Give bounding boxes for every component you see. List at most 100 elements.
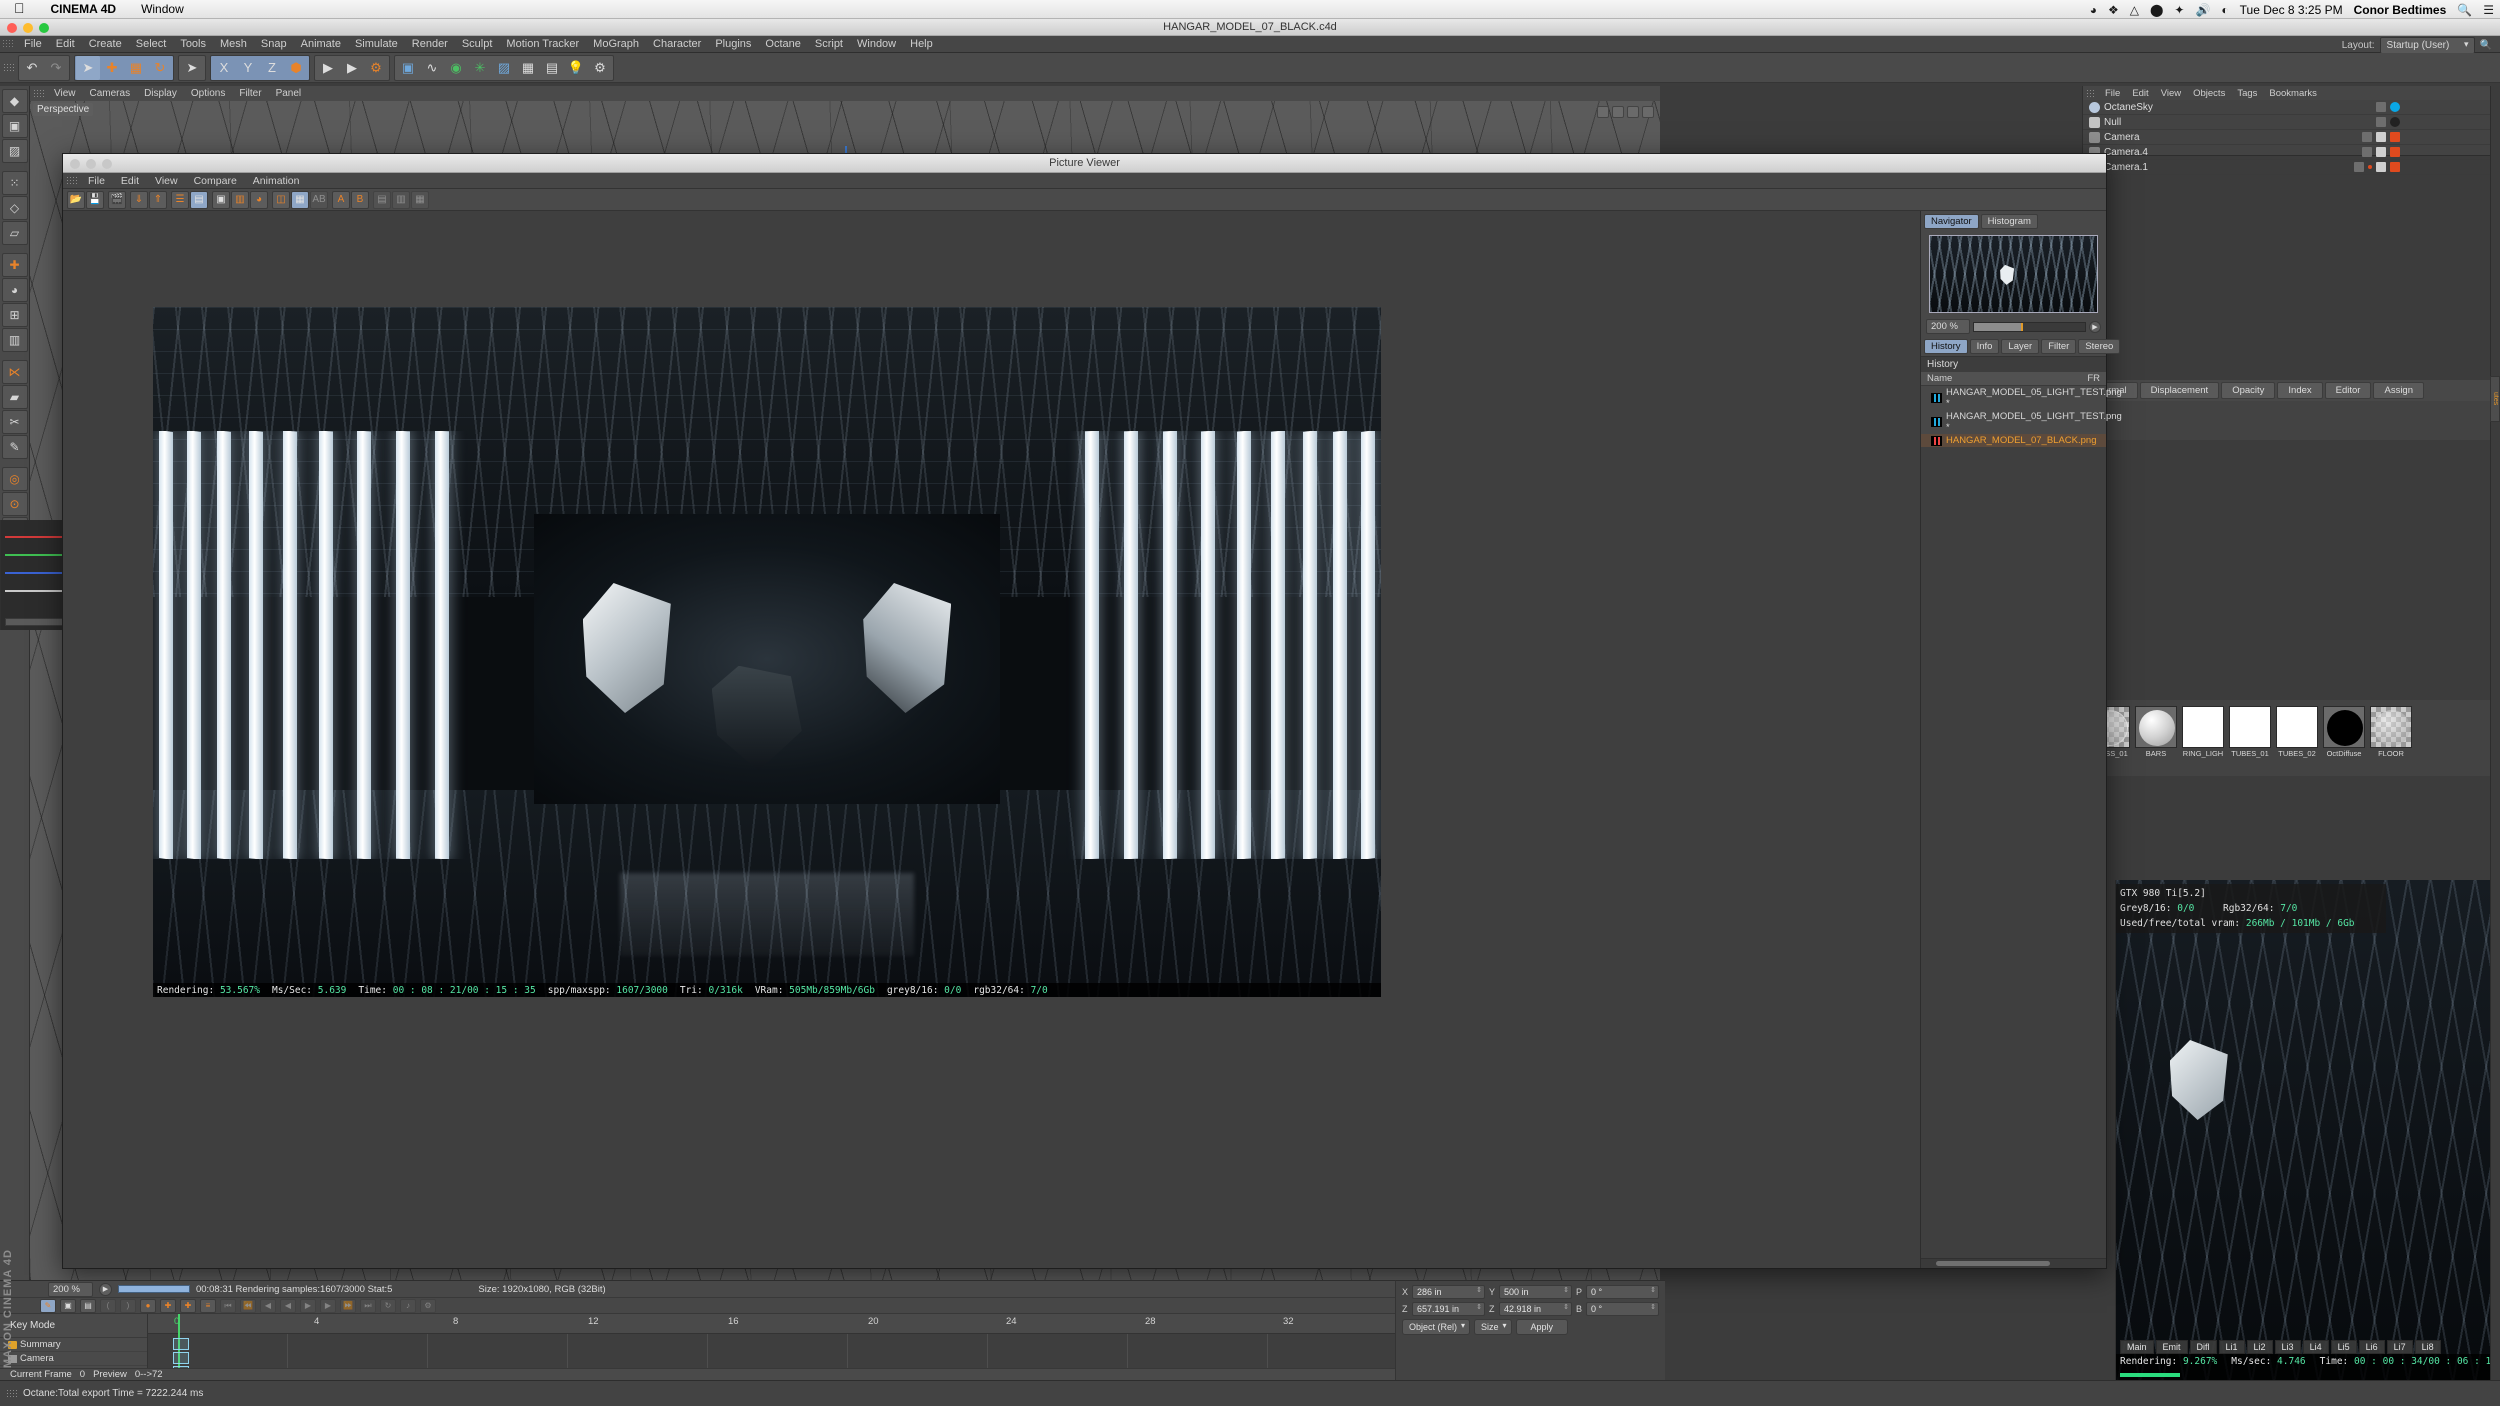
viewport-menu-view[interactable]: View	[47, 88, 83, 99]
load-into-viewer-button[interactable]: ⇑	[149, 190, 167, 209]
pv-close-button[interactable]	[70, 158, 80, 169]
picture-viewer-window[interactable]: Picture Viewer File Edit View Compare An…	[62, 153, 2122, 1269]
rotate-button[interactable]: ↻	[148, 56, 172, 80]
lock-workplane-button[interactable]: ⊞	[1, 303, 28, 327]
om-menu-tags[interactable]: Tags	[2231, 88, 2263, 99]
tab-info[interactable]: Info	[1969, 339, 2000, 354]
menu-simulate[interactable]: Simulate	[348, 38, 405, 50]
pv-menu-view[interactable]: View	[147, 175, 186, 187]
menu-plugins[interactable]: Plugins	[708, 38, 758, 50]
floor-button[interactable]: ▦	[516, 56, 540, 80]
octane-object-tag-icon[interactable]	[2390, 117, 2400, 127]
pv-menu-compare[interactable]: Compare	[186, 175, 245, 187]
render-settings-button[interactable]: ⚙	[364, 56, 388, 80]
object-row-null[interactable]: Null	[2083, 115, 2500, 130]
position-key-button[interactable]: ✚	[160, 1298, 176, 1313]
material-preview-thumbnail[interactable]	[2135, 706, 2177, 748]
material-preview-thumbnail[interactable]	[2276, 706, 2318, 748]
pv-menu-file[interactable]: File	[80, 175, 113, 187]
octane-settings-button[interactable]: ⊙	[1, 492, 28, 516]
goto-prev-frame-button[interactable]: ◀	[260, 1298, 276, 1313]
environment-button[interactable]: ▨	[492, 56, 516, 80]
y-axis-button[interactable]: Y	[236, 56, 260, 80]
material-preview-thumbnail[interactable]	[2182, 706, 2224, 748]
apple-icon[interactable]: 	[0, 0, 37, 18]
viewport-rotate-icon[interactable]	[1627, 106, 1639, 118]
material-item[interactable]: TUBES_01	[2229, 706, 2271, 758]
play-back-button[interactable]: ◀	[280, 1298, 296, 1313]
pass-tab-li3[interactable]: Li3	[2274, 1340, 2301, 1354]
material-item[interactable]: BARS	[2135, 706, 2177, 758]
cube-button[interactable]: ▣	[396, 56, 420, 80]
preview-range-value[interactable]: 0-->72	[135, 1369, 163, 1380]
visibility-tag-icon[interactable]	[2362, 132, 2372, 142]
coord-field-x[interactable]: X 286 in	[1402, 1285, 1485, 1299]
play-forward-button[interactable]: ▶	[300, 1298, 316, 1313]
viewport-pan-icon[interactable]	[1597, 106, 1609, 118]
goto-prev-key-button[interactable]: ⏪	[240, 1298, 256, 1313]
coord-input-z2[interactable]: 42.918 in	[1499, 1302, 1572, 1316]
world-coordinates-button[interactable]: ⬢	[284, 56, 308, 80]
model-mode-button[interactable]: ▣	[1, 114, 28, 138]
om-menu-file[interactable]: File	[2099, 88, 2126, 99]
protection-tag-icon[interactable]	[2376, 162, 2386, 172]
scale-key-button[interactable]: ≡	[200, 1298, 216, 1313]
coord-field-p[interactable]: P 0 °	[1576, 1285, 1659, 1299]
menu-tools[interactable]: Tools	[173, 38, 213, 50]
macos-user-name[interactable]: Conor Bedtimes	[2354, 3, 2447, 17]
enable-axis-button[interactable]: ✚	[1, 253, 28, 277]
zoom-button[interactable]	[39, 23, 49, 33]
menu-mesh[interactable]: Mesh	[213, 38, 254, 50]
goto-end-button[interactable]: ⏭	[360, 1298, 376, 1313]
x-axis-button[interactable]: X	[212, 56, 236, 80]
coord-size-dropdown[interactable]: Size	[1474, 1319, 1512, 1335]
tab-histogram[interactable]: Histogram	[1980, 214, 2038, 229]
pv-minimize-button[interactable]	[86, 158, 96, 169]
timeline-row-summary[interactable]: Summary	[0, 1338, 147, 1352]
single-view-button[interactable]: ▣	[212, 190, 230, 209]
pass-tab-li8[interactable]: Li8	[2414, 1340, 2441, 1354]
object-row-camera-4[interactable]: Camera.4	[2083, 145, 2500, 160]
history-column-name[interactable]: Name	[1927, 373, 1952, 384]
tab-index[interactable]: Index	[2277, 382, 2323, 399]
pass-tab-main[interactable]: Main	[2120, 1340, 2154, 1354]
settings-button[interactable]: ⚙	[588, 56, 612, 80]
menu-motion-tracker[interactable]: Motion Tracker	[499, 38, 586, 50]
menu-mograph[interactable]: MoGraph	[586, 38, 646, 50]
om-menu-view[interactable]: View	[2155, 88, 2187, 99]
material-item[interactable]: RING_LIGH	[2182, 706, 2224, 758]
object-row-camera-1[interactable]: Camera.1	[2083, 160, 2500, 175]
tab-opacity[interactable]: Opacity	[2221, 382, 2276, 399]
menu-snap[interactable]: Snap	[254, 38, 294, 50]
layout-1-button[interactable]: ▤	[373, 190, 391, 209]
material-preview-thumbnail[interactable]	[2370, 706, 2412, 748]
octane-live-viewer[interactable]: GTX 980 Ti[5.2] Grey8/16: 0/0 Rgb32/64: …	[2115, 880, 2500, 1380]
volume-icon[interactable]: 🔊	[2195, 3, 2210, 17]
search-icon[interactable]: 🔍	[2480, 40, 2492, 51]
picture-viewer-canvas[interactable]: Rendering: 53.567% Ms/Sec: 5.639 Time: 0…	[63, 211, 1921, 1268]
tab-navigator[interactable]: Navigator	[1924, 214, 1979, 229]
toolbar-grip-handle[interactable]	[3, 62, 15, 73]
pass-tab-li7[interactable]: Li7	[2386, 1340, 2413, 1354]
pv-zoom-button[interactable]	[102, 158, 112, 169]
knife-button[interactable]: ✂	[1, 410, 28, 434]
viewport-zoom-icon[interactable]	[1612, 106, 1624, 118]
rendered-image[interactable]: Rendering: 53.567% Ms/Sec: 5.639 Time: 0…	[153, 307, 1381, 997]
auto-key-button[interactable]: ▣	[60, 1298, 76, 1313]
z-axis-button[interactable]: Z	[260, 56, 284, 80]
object-row-camera[interactable]: Camera	[2083, 130, 2500, 145]
menu-octane[interactable]: Octane	[758, 38, 807, 50]
tab-layer[interactable]: Layer	[2001, 339, 2040, 354]
point-level-button[interactable]: (	[100, 1298, 116, 1313]
macos-active-app-name[interactable]: CINEMA 4D	[37, 2, 131, 16]
navigator-thumbnail[interactable]	[1929, 235, 2098, 313]
layout-3-button[interactable]: ▦	[411, 190, 429, 209]
menu-window[interactable]: Window	[850, 38, 903, 50]
menu-character[interactable]: Character	[646, 38, 708, 50]
coord-input-y[interactable]: 500 in	[1499, 1285, 1572, 1299]
key-selection-button[interactable]: ▤	[80, 1298, 96, 1313]
om-menu-objects[interactable]: Objects	[2187, 88, 2231, 99]
nvidia-icon[interactable]: ❖	[2108, 3, 2119, 17]
status-grip-handle[interactable]	[6, 1389, 17, 1398]
undo-button[interactable]: ↶	[20, 56, 44, 80]
